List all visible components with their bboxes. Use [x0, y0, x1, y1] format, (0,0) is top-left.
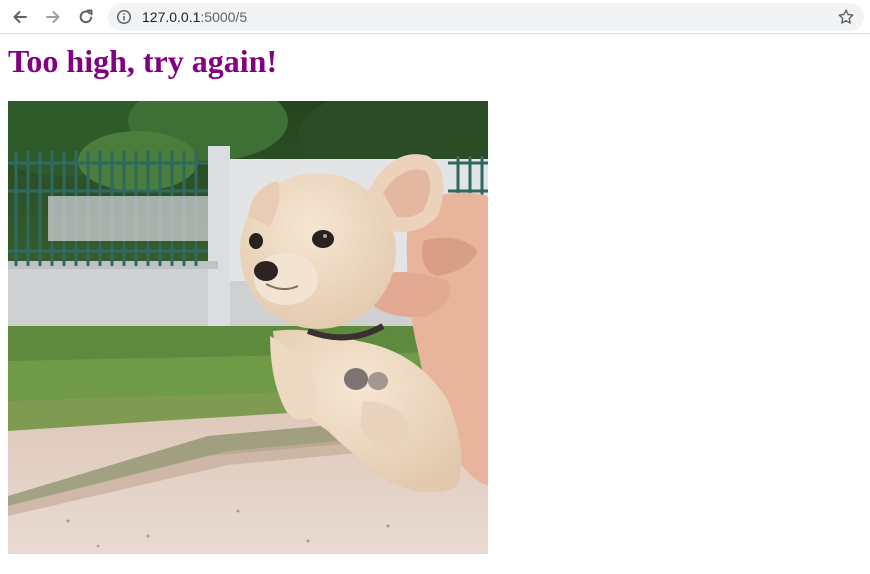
reload-button[interactable]	[75, 6, 97, 28]
page-title: Too high, try again!	[8, 43, 278, 79]
address-bar[interactable]: 127.0.0.1:5000/5	[108, 3, 864, 31]
reload-icon	[79, 9, 93, 24]
url-path: :5000/5	[200, 9, 248, 25]
browser-toolbar: 127.0.0.1:5000/5	[0, 0, 870, 34]
url-text[interactable]: 127.0.0.1:5000/5	[142, 9, 247, 25]
arrow-left-icon	[13, 11, 27, 23]
arrow-right-icon	[46, 11, 60, 23]
url-host: 127.0.0.1	[142, 9, 201, 25]
info-icon[interactable]	[116, 9, 132, 25]
back-button[interactable]	[9, 6, 31, 28]
star-icon[interactable]	[837, 8, 855, 26]
forward-button[interactable]	[42, 6, 64, 28]
puppy-image	[8, 101, 488, 554]
